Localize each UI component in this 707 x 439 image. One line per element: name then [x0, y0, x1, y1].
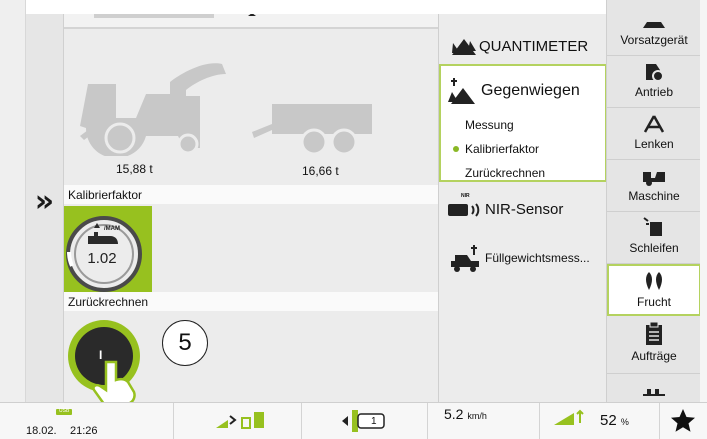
scale-balance-icon — [445, 76, 481, 106]
sub-item-calibration[interactable]: Kalibrierfaktor — [465, 142, 539, 156]
nav-item-more[interactable] — [607, 376, 701, 402]
status-time: 21:26 — [70, 425, 98, 437]
gear-value: 1 — [371, 416, 377, 427]
star-icon — [671, 409, 695, 432]
drive-icon — [607, 56, 701, 82]
left-strip — [0, 0, 26, 402]
trailer-weight: 16,66 t — [302, 164, 339, 178]
menu-item-counterweigh[interactable]: Gegenwiegen Messung Kalibrierfaktor Zurü… — [439, 64, 607, 182]
weight-overview: 15,88 t 16,66 t — [64, 34, 438, 184]
recalculate-button[interactable]: I — [64, 312, 152, 406]
selected-dot — [453, 146, 459, 152]
gear-shift-icon — [342, 410, 385, 432]
header-attachment-icon — [607, 0, 701, 30]
more-icon — [607, 376, 701, 396]
sub-item-measurement[interactable]: Messung — [465, 118, 514, 132]
nav-item-machine[interactable]: Maschine — [607, 160, 701, 212]
power-symbol-label: I — [99, 348, 103, 362]
slope-percent: 52 % — [600, 412, 629, 429]
slope-icon — [554, 409, 584, 425]
nav-item-orders[interactable]: Aufträge — [607, 316, 701, 374]
nir-sensor-icon: NIR — [445, 193, 485, 218]
speed-value: 5.2 km/h — [444, 406, 487, 422]
expand-panel-button[interactable]: » — [26, 14, 64, 402]
crop-icon — [609, 266, 699, 292]
calibration-factor-value: 1.02 — [87, 250, 117, 267]
nav-item-steering[interactable]: Lenken — [607, 108, 701, 160]
calibration-factor-tile[interactable]: /MAM 1.02 — [64, 206, 152, 296]
power-button-icon — [68, 320, 140, 406]
favorites-button[interactable] — [660, 403, 707, 439]
clipboard-icon — [607, 316, 701, 346]
status-overload-cell[interactable] — [174, 403, 302, 439]
status-clock-cell: USB 18.02. 21:26 — [0, 403, 174, 439]
steering-icon — [607, 108, 701, 134]
menu-item-quantimeter[interactable]: QUANTIMETER — [439, 28, 607, 64]
status-speed-cell: 5.2 km/h — [428, 403, 540, 439]
gauge-unit-label: /MAM — [104, 226, 120, 232]
machine-icon — [607, 160, 701, 186]
nav-item-grinding[interactable]: Schleifen — [607, 212, 701, 264]
main-top-bar — [64, 13, 438, 29]
main-panel: 15,88 t 16,66 t Kalibrierfaktor /MAM 1.0… — [64, 13, 438, 406]
nir-badge: NIR — [461, 193, 470, 199]
overload-protection-icon — [216, 412, 264, 429]
recalculate-header: Zurückrechnen — [64, 292, 438, 311]
combine-harvester-icon — [80, 63, 226, 156]
right-navigation: Vorsatzgerät Antrieb Lenken Maschine Sch… — [606, 0, 701, 402]
grinding-icon — [607, 212, 701, 238]
harvester-weight: 15,88 t — [116, 162, 153, 176]
nav-item-crop[interactable]: Frucht — [607, 264, 701, 316]
double-chevron-right-icon: » — [34, 183, 55, 219]
top-indicator-icon — [94, 13, 256, 18]
status-slope-cell[interactable]: 52 % — [540, 403, 660, 439]
right-edge — [700, 0, 707, 402]
screen: » 15,88 t 16,66 t Kalibrierfaktor /MAM 1… — [0, 0, 707, 439]
status-bar: USB 18.02. 21:26 1 5.2 km/h 52 % — [0, 402, 707, 439]
status-gear-cell[interactable]: 1 — [302, 403, 428, 439]
nav-item-header[interactable]: Vorsatzgerät — [607, 0, 701, 56]
function-menu: QUANTIMETER Gegenwiegen Messung Kalibrie… — [438, 14, 607, 402]
scale-icon — [449, 35, 479, 57]
step-marker: 5 — [162, 320, 208, 366]
trailer-icon — [252, 104, 372, 156]
status-date: 18.02. — [26, 425, 57, 437]
menu-item-fill-weight[interactable]: Füllgewichtsmess... — [439, 240, 607, 276]
counterweigh-title: Gegenwiegen — [441, 76, 609, 106]
fill-weight-icon — [445, 243, 485, 273]
nav-item-drive[interactable]: Antrieb — [607, 56, 701, 108]
menu-item-nir-sensor[interactable]: NIR NIR-Sensor — [439, 192, 607, 226]
sub-item-recalculate[interactable]: Zurückrechnen — [465, 166, 545, 180]
calibration-factor-header: Kalibrierfaktor — [64, 185, 438, 204]
